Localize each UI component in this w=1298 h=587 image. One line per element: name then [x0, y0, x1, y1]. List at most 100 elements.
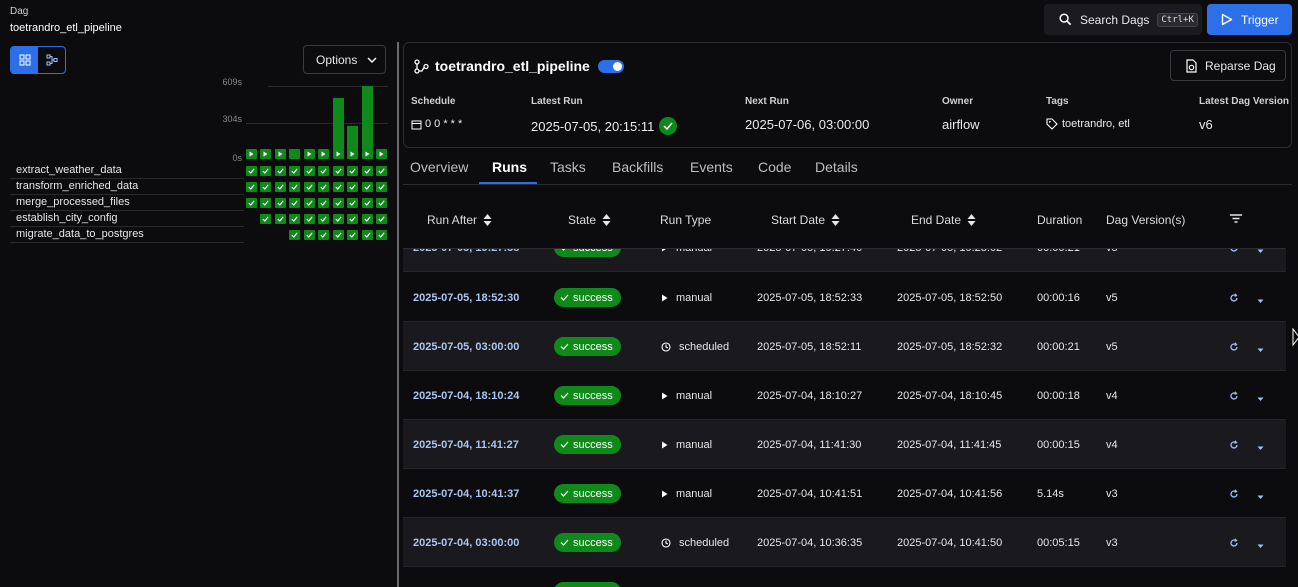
column-header-start-date[interactable]: Start Date	[771, 213, 840, 227]
tab-tasks[interactable]: Tasks	[550, 159, 586, 175]
task-instance-cell[interactable]	[275, 166, 286, 176]
filter-columns-button[interactable]	[1224, 214, 1242, 223]
task-name-row[interactable]: extract_weather_data	[10, 163, 244, 179]
run-status-cell[interactable]	[333, 149, 344, 159]
latest-run-value[interactable]: 2025-07-05, 20:15:11	[531, 117, 678, 135]
table-row[interactable]: 2025-07-05, 03:00:00 success scheduled 2025…	[403, 322, 1286, 371]
clear-run-button[interactable]	[1229, 538, 1239, 551]
clear-run-button[interactable]	[1229, 440, 1239, 453]
task-instance-cell[interactable]	[289, 198, 300, 208]
run-after-link[interactable]: 2025-07-05, 18:52:30	[413, 292, 519, 304]
task-instance-cell[interactable]	[376, 230, 387, 240]
row-menu-button[interactable]	[1257, 249, 1264, 257]
trigger-button[interactable]: Trigger	[1207, 4, 1292, 35]
panel-divider[interactable]	[397, 42, 399, 587]
run-duration-bar[interactable]	[347, 126, 358, 149]
row-menu-button[interactable]	[1257, 540, 1264, 552]
task-instance-cell[interactable]	[362, 198, 373, 208]
task-instance-cell[interactable]	[333, 198, 344, 208]
table-row[interactable]: 2025-07-04, 18:10:24 success manual 2025-07…	[403, 371, 1286, 420]
task-name-row[interactable]: migrate_data_to_postgres	[10, 227, 244, 243]
row-menu-button[interactable]	[1257, 295, 1264, 307]
task-instance-cell[interactable]	[304, 182, 315, 192]
run-duration-bar[interactable]	[362, 86, 373, 149]
column-header-end-date[interactable]: End Date	[911, 213, 976, 227]
row-menu-button[interactable]	[1257, 393, 1264, 405]
task-instance-cell[interactable]	[275, 198, 286, 208]
dag-pause-toggle[interactable]	[597, 59, 624, 73]
task-instance-cell[interactable]	[275, 214, 286, 224]
task-instance-cell[interactable]	[289, 230, 300, 240]
options-button[interactable]: Options	[303, 45, 386, 74]
task-instance-cell[interactable]	[260, 214, 271, 224]
row-menu-button[interactable]	[1257, 491, 1264, 503]
tab-details[interactable]: Details	[815, 159, 858, 175]
task-name-row[interactable]: establish_city_config	[10, 211, 244, 227]
task-instance-cell[interactable]	[318, 230, 329, 240]
table-row[interactable]: 2025-07-04, 10:41:37 success manual 2025-07…	[403, 469, 1286, 518]
task-instance-cell[interactable]	[333, 230, 344, 240]
task-instance-cell[interactable]	[376, 214, 387, 224]
table-row[interactable]: 2025-07-05, 18:52:30 success manual 2025-07…	[403, 273, 1286, 322]
column-header-state[interactable]: State	[568, 213, 611, 227]
task-instance-cell[interactable]	[246, 166, 257, 176]
task-instance-cell[interactable]	[260, 182, 271, 192]
table-row[interactable]: 2025-07-05, 19:27:38 success manual 2025-07…	[403, 249, 1286, 272]
task-instance-cell[interactable]	[304, 214, 315, 224]
table-row[interactable]: 2025-07-04, 03:00:00 success scheduled 2025…	[403, 518, 1286, 567]
run-after-link[interactable]: 2025-07-04, 03:00:00	[413, 537, 519, 549]
task-instance-cell[interactable]	[362, 230, 373, 240]
task-instance-cell[interactable]	[318, 182, 329, 192]
run-status-cell[interactable]	[318, 149, 329, 159]
task-instance-cell[interactable]	[289, 166, 300, 176]
row-menu-button[interactable]	[1257, 442, 1264, 454]
task-instance-cell[interactable]	[376, 166, 387, 176]
task-instance-cell[interactable]	[347, 182, 358, 192]
tab-backfills[interactable]: Backfills	[612, 159, 663, 175]
tab-code[interactable]: Code	[758, 159, 791, 175]
task-instance-cell[interactable]	[304, 230, 315, 240]
tab-runs[interactable]: Runs	[492, 159, 527, 175]
run-status-cell[interactable]	[246, 149, 257, 159]
run-status-cell[interactable]	[275, 149, 286, 159]
run-after-link[interactable]: 2025-07-05, 03:00:00	[413, 341, 519, 353]
run-after-link[interactable]: 2025-07-05, 19:27:38	[413, 249, 519, 254]
task-instance-cell[interactable]	[347, 214, 358, 224]
task-instance-cell[interactable]	[289, 182, 300, 192]
run-status-cell[interactable]	[289, 149, 300, 159]
tab-events[interactable]: Events	[690, 159, 733, 175]
graph-view-button[interactable]	[38, 47, 65, 73]
task-instance-cell[interactable]	[333, 214, 344, 224]
run-status-cell[interactable]	[260, 149, 271, 159]
clear-run-button[interactable]	[1229, 342, 1239, 355]
task-instance-cell[interactable]	[333, 182, 344, 192]
run-status-cell[interactable]	[347, 149, 358, 159]
task-instance-cell[interactable]	[376, 182, 387, 192]
task-instance-cell[interactable]	[289, 214, 300, 224]
task-instance-cell[interactable]	[260, 198, 271, 208]
task-instance-cell[interactable]	[347, 198, 358, 208]
grid-view-button[interactable]	[11, 47, 38, 73]
task-instance-cell[interactable]	[246, 198, 257, 208]
task-instance-cell[interactable]	[333, 166, 344, 176]
clear-run-button[interactable]	[1229, 391, 1239, 404]
task-instance-cell[interactable]	[318, 198, 329, 208]
run-status-cell[interactable]	[362, 149, 373, 159]
task-instance-cell[interactable]	[246, 182, 257, 192]
task-instance-cell[interactable]	[347, 166, 358, 176]
tab-overview[interactable]: Overview	[410, 159, 468, 175]
table-row[interactable]: success	[403, 567, 1286, 587]
clear-run-button[interactable]	[1229, 489, 1239, 502]
run-status-cell[interactable]	[376, 149, 387, 159]
row-menu-button[interactable]	[1257, 344, 1264, 356]
task-name-row[interactable]: transform_enriched_data	[10, 179, 244, 195]
task-instance-cell[interactable]	[260, 166, 271, 176]
task-instance-cell[interactable]	[304, 198, 315, 208]
reparse-dag-button[interactable]: Reparse Dag	[1170, 50, 1286, 81]
task-instance-cell[interactable]	[347, 230, 358, 240]
clear-run-button[interactable]	[1229, 249, 1239, 256]
task-instance-cell[interactable]	[376, 198, 387, 208]
task-instance-cell[interactable]	[362, 182, 373, 192]
task-instance-cell[interactable]	[304, 166, 315, 176]
breadcrumb-dag-name[interactable]: toetrandro_etl_pipeline	[10, 22, 122, 34]
